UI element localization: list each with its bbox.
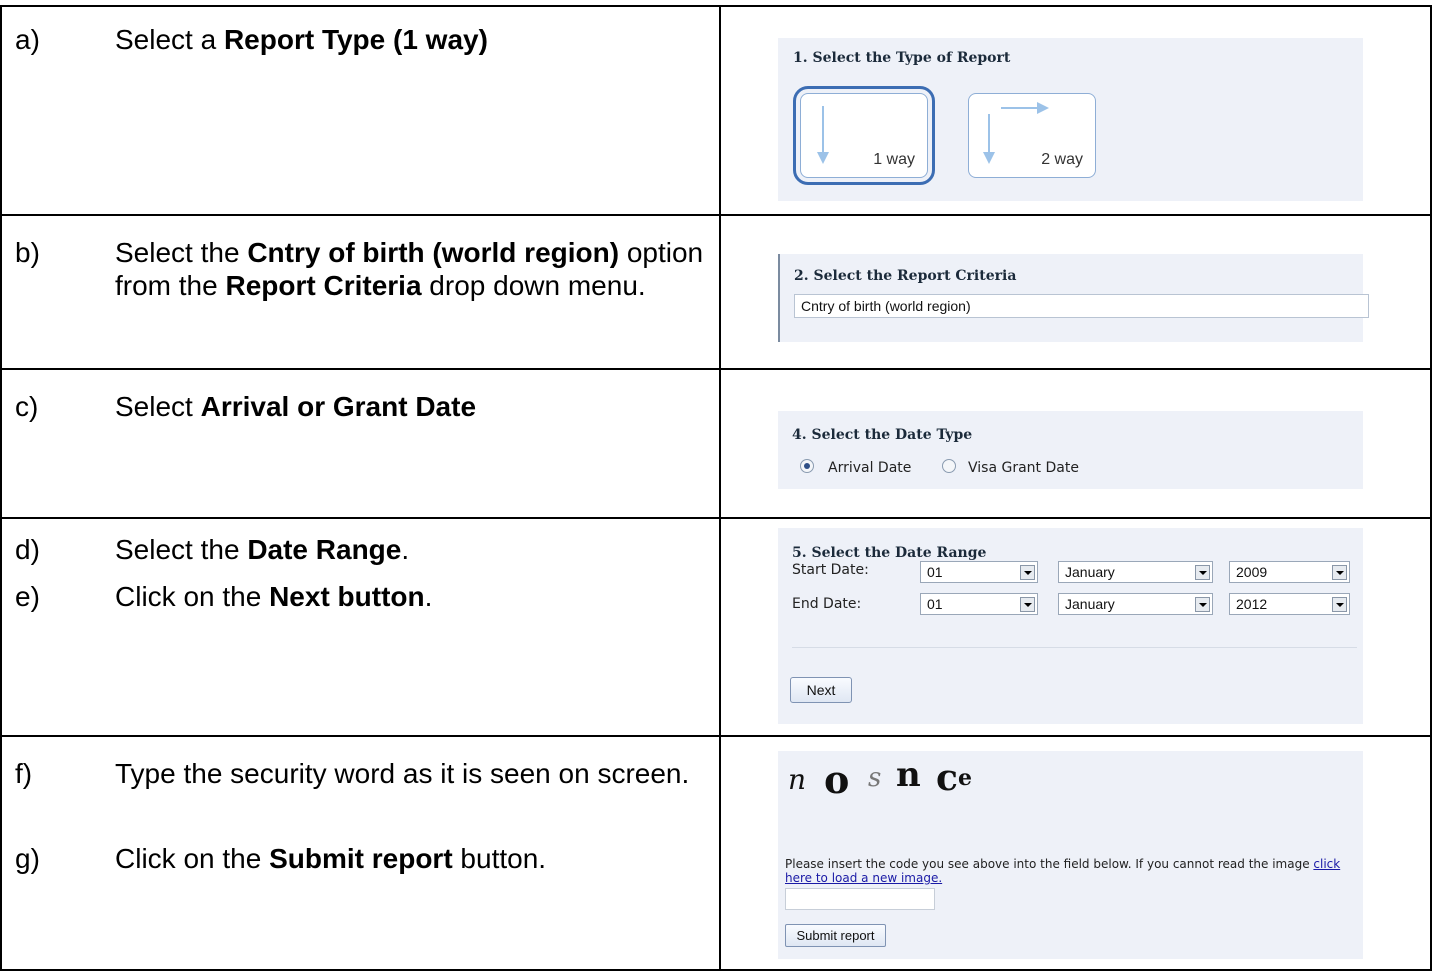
submit-report-button[interactable]: Submit report xyxy=(785,924,886,947)
step-letter: a) xyxy=(15,24,40,55)
step-letter: d) xyxy=(15,534,40,565)
step-text: . xyxy=(424,581,433,612)
step-g: g) Click on the Submit report button. xyxy=(15,842,715,875)
dropdown-arrow-icon xyxy=(1195,597,1210,612)
step-text: Select a xyxy=(115,24,224,55)
report-type-1way-label: 1 way xyxy=(873,151,915,168)
step-text: Select the xyxy=(115,534,248,565)
step-text: . xyxy=(401,534,410,565)
date-type-panel: 4. Select the Date Type Arrival Date Vis… xyxy=(778,411,1363,489)
step-c: c) Select Arrival or Grant Date xyxy=(15,390,715,423)
arrival-date-radio[interactable] xyxy=(800,459,814,473)
arrival-date-label: Arrival Date xyxy=(828,460,912,476)
step-text: Type the security word as it is seen on … xyxy=(115,758,690,789)
start-year-value: 2009 xyxy=(1236,564,1268,580)
start-day-select[interactable]: 01 xyxy=(920,561,1038,583)
step-bold: Date Range xyxy=(247,534,402,565)
column-divider xyxy=(719,216,721,368)
end-day-select[interactable]: 01 xyxy=(920,593,1038,615)
step-bold: Cntry of birth (world region) xyxy=(247,237,620,268)
step-text: drop down menu. xyxy=(421,270,646,301)
captcha-help-text: Please insert the code you see above int… xyxy=(785,857,1355,885)
end-year-select[interactable]: 2012 xyxy=(1229,593,1350,615)
step-letter: c) xyxy=(15,391,39,422)
row-date-type: c) Select Arrival or Grant Date 4. Selec… xyxy=(0,368,1432,517)
instruction-table: a) Select a Report Type (1 way) 1. Selec… xyxy=(0,0,1436,975)
step-bold: Report Type (1 way) xyxy=(223,24,488,55)
report-type-1way-card[interactable]: 1 way xyxy=(793,86,935,185)
step-bold: Submit report xyxy=(269,843,453,874)
row-report-criteria: b) Select the Cntry of birth (world regi… xyxy=(0,214,1432,368)
end-date-label: End Date: xyxy=(792,596,862,612)
captcha-glyph: o xyxy=(824,757,850,802)
security-code-input[interactable] xyxy=(785,888,935,910)
step-a: a) Select a Report Type (1 way) xyxy=(15,23,715,56)
security-panel: n o s n c e Please insert the code you s… xyxy=(778,751,1363,959)
panel-title: 2. Select the Report Criteria xyxy=(794,268,1017,284)
step-b: b) Select the Cntry of birth (world regi… xyxy=(15,236,715,302)
column-divider xyxy=(719,737,721,969)
dropdown-arrow-icon xyxy=(1020,597,1035,612)
step-bold: Next button xyxy=(269,581,425,612)
step-letter: e) xyxy=(15,581,40,612)
dropdown-arrow-icon xyxy=(1020,565,1035,580)
column-divider xyxy=(719,519,721,735)
next-button[interactable]: Next xyxy=(790,677,852,703)
step-letter: g) xyxy=(15,843,40,874)
panel-title: 4. Select the Date Type xyxy=(792,427,973,443)
visa-grant-date-radio[interactable] xyxy=(942,459,956,473)
row-date-range: d) Select the Date Range. e) Click on th… xyxy=(0,517,1432,735)
dropdown-arrow-icon xyxy=(1332,565,1347,580)
dropdown-arrow-icon xyxy=(1195,565,1210,580)
start-date-label: Start Date: xyxy=(792,562,869,578)
captcha-glyph: s xyxy=(868,763,882,793)
step-letter: f) xyxy=(15,758,33,789)
start-month-value: January xyxy=(1065,564,1115,580)
dropdown-arrow-icon xyxy=(1332,597,1347,612)
step-bold: Report Criteria xyxy=(225,270,422,301)
step-letter: b) xyxy=(15,237,40,268)
end-month-value: January xyxy=(1065,596,1115,612)
step-text: Click on the xyxy=(115,843,270,874)
report-criteria-select[interactable]: Cntry of birth (world region) xyxy=(794,294,1369,318)
start-day-value: 01 xyxy=(927,564,943,580)
report-type-2way-card[interactable]: 2 way xyxy=(968,93,1096,178)
end-day-value: 01 xyxy=(927,596,943,612)
step-f: f) Type the security word as it is seen … xyxy=(15,757,715,790)
start-year-select[interactable]: 2009 xyxy=(1229,561,1350,583)
row-security: f) Type the security word as it is seen … xyxy=(0,735,1432,971)
panel-title: 5. Select the Date Range xyxy=(792,545,987,561)
start-month-select[interactable]: January xyxy=(1058,561,1213,583)
visa-grant-date-label: Visa Grant Date xyxy=(968,460,1079,476)
report-criteria-panel: 2. Select the Report Criteria Cntry of b… xyxy=(778,254,1369,342)
captcha-glyph: n xyxy=(788,763,807,796)
captcha-glyph: c xyxy=(936,757,958,799)
step-text: Select the xyxy=(115,237,248,268)
report-type-2way-label: 2 way xyxy=(1041,151,1083,168)
column-divider xyxy=(719,370,721,517)
row-report-type: a) Select a Report Type (1 way) 1. Selec… xyxy=(0,5,1432,214)
step-e: e) Click on the Next button. xyxy=(15,580,715,613)
step-text: button. xyxy=(452,843,547,874)
end-month-select[interactable]: January xyxy=(1058,593,1213,615)
step-text: Select xyxy=(115,391,201,422)
date-range-panel: 5. Select the Date Range Start Date: 01 … xyxy=(778,528,1363,724)
divider-line xyxy=(792,647,1357,648)
end-year-value: 2012 xyxy=(1236,596,1268,612)
panel-title: 1. Select the Type of Report xyxy=(793,50,1011,66)
captcha-glyph: n xyxy=(896,755,921,795)
captcha-glyph: e xyxy=(958,765,972,791)
report-type-panel: 1. Select the Type of Report 1 way 2 way xyxy=(778,38,1363,201)
step-d: d) Select the Date Range. xyxy=(15,533,715,566)
help-text: Please insert the code you see above int… xyxy=(785,857,1314,871)
step-text: Click on the xyxy=(115,581,270,612)
column-divider xyxy=(719,7,721,214)
step-bold: Arrival or Grant Date xyxy=(200,391,477,422)
